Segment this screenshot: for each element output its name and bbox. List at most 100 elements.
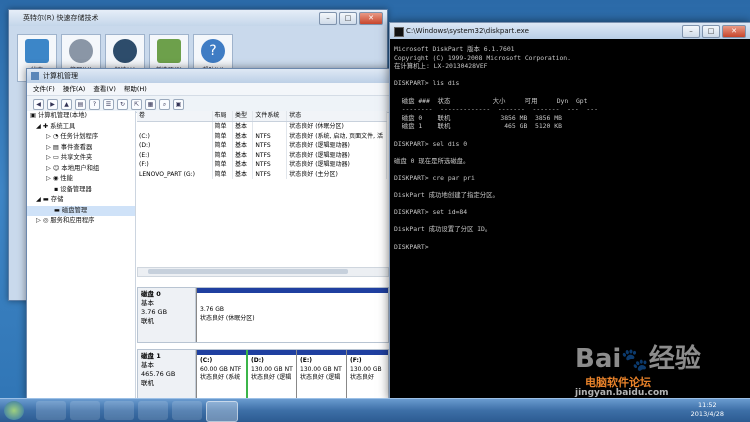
volume-row[interactable]: (F:) 简单 基本 NTFS 状态良好 (逻辑驱动器): [137, 160, 387, 170]
col-status[interactable]: 状态: [287, 111, 387, 121]
console-line: DISKPART> lis dis: [394, 79, 460, 88]
console-tree: ▣ 计算机管理(本地) ◢ ✚ 系统工具 ▷ ◔ 任务计划程序 ▷ ▤ 事件查看…: [27, 111, 136, 399]
close-button[interactable]: ✕: [359, 12, 383, 25]
volume-cell: (D:): [137, 141, 213, 151]
tree-item-label: 性能: [60, 175, 73, 182]
close-button[interactable]: ✕: [722, 25, 746, 38]
console-line: 磁盘 1 联机 465 GB 5120 KB: [394, 122, 562, 131]
console-line: DISKPART>: [394, 242, 429, 251]
partition-status: 状态良好 (逻辑: [300, 374, 341, 381]
app-icon[interactable]: [138, 401, 168, 420]
tree-item[interactable]: ▪ 设备管理器: [27, 185, 135, 196]
partition-status: 状态良好: [350, 374, 375, 381]
export-icon[interactable]: ⇱: [131, 98, 142, 110]
volume-cell: NTFS: [253, 141, 288, 151]
clock[interactable]: 11:52 2013/4/28: [691, 401, 724, 419]
partition-size: 130.00 GB NT: [251, 365, 293, 373]
tree-item[interactable]: ▷ ▤ 事件查看器: [27, 143, 135, 154]
console-line: DISKPART> sel dis 0: [394, 139, 468, 148]
view-icon[interactable]: ▣: [173, 98, 184, 110]
tree-item[interactable]: ▷ ◉ 性能: [27, 174, 135, 185]
volume-cell: 简单: [213, 160, 233, 170]
ie-icon[interactable]: [36, 401, 66, 420]
properties-icon[interactable]: ▦: [145, 98, 156, 110]
computer-icon: [31, 72, 39, 80]
volume-cell: 基本: [233, 131, 254, 141]
tree-item[interactable]: ▷ ▭ 共享文件夹: [27, 153, 135, 164]
col-layout[interactable]: 布局: [213, 111, 233, 121]
tree-item-label: 存储: [50, 196, 64, 203]
console-output[interactable]: Microsoft DiskPart 版本 6.1.7601 Copyright …: [394, 45, 746, 251]
volume-row[interactable]: (E:) 简单 基本 NTFS 状态良好 (逻辑驱动器): [137, 150, 387, 160]
partition-f[interactable]: (F:) 130.00 GB 状态良好: [346, 350, 388, 398]
partition-d[interactable]: (D:) 130.00 GB NT 状态良好 (逻辑: [246, 350, 296, 398]
search-icon[interactable]: ⌕: [159, 98, 170, 110]
up-icon[interactable]: ▲: [61, 98, 72, 110]
watermark-brand: Bai🐾经验: [575, 344, 701, 374]
computer-management-taskbar-icon[interactable]: [206, 401, 238, 422]
status-icon: [25, 39, 49, 63]
disk-1-label: 磁盘 1 基本 465.76 GB 联机: [138, 350, 196, 398]
volume-row[interactable]: (D:) 简单 基本 NTFS 状态良好 (逻辑驱动器): [137, 141, 387, 151]
maximize-button[interactable]: □: [339, 12, 357, 25]
back-icon[interactable]: ◀: [33, 98, 44, 110]
list-icon[interactable]: ☰: [103, 98, 114, 110]
tree-item-label: 共享文件夹: [60, 154, 93, 161]
minimize-button[interactable]: –: [682, 25, 700, 38]
console-line: 磁盘 ### 状态 大小 可用 Dyn Gpt: [394, 96, 588, 105]
col-type[interactable]: 类型: [233, 111, 254, 121]
col-filesystem[interactable]: 文件系统: [253, 111, 288, 121]
disk-0-partition[interactable]: 3.76 GB 状态良好 (休眠分区): [196, 288, 388, 342]
tools-icon[interactable]: [172, 401, 202, 420]
menu-file[interactable]: 文件(F): [33, 83, 55, 95]
expand-icon: ▷ ◔: [46, 133, 61, 140]
menu-view[interactable]: 查看(V): [93, 83, 116, 95]
col-volume[interactable]: 卷: [137, 111, 213, 121]
menu-help[interactable]: 帮助(H): [124, 83, 147, 95]
console-tree-icon[interactable]: ▤: [75, 98, 86, 110]
disk-1[interactable]: 磁盘 1 基本 465.76 GB 联机 (C:) 60.00 GB NTF 状…: [137, 349, 389, 399]
partition-c[interactable]: (C:) 60.00 GB NTF 状态良好 (系统: [196, 350, 246, 398]
volume-cell: NTFS: [253, 160, 288, 170]
volume-cell: 基本: [233, 122, 254, 132]
volume-cell: 基本: [233, 141, 254, 151]
volume-row[interactable]: LENOVO_PART (G:) 简单 基本 NTFS 状态良好 (主分区): [137, 169, 387, 179]
explorer-icon[interactable]: [70, 401, 100, 420]
minimize-button[interactable]: –: [319, 12, 337, 25]
volume-row[interactable]: (C:) 简单 基本 NTFS 状态良好 (系统, 启动, 页面文件, 活: [137, 131, 387, 141]
help-icon[interactable]: ?: [89, 98, 100, 110]
maximize-button[interactable]: □: [702, 25, 720, 38]
cmd-title: C:\Windows\system32\diskpart.exe: [406, 27, 529, 35]
tree-item[interactable]: ▷ ◎ 服务和应用程序: [27, 216, 135, 227]
volume-cell: (F:): [137, 160, 213, 170]
tree-item[interactable]: ◢ ▬ 存储: [27, 195, 135, 206]
volume-row[interactable]: 简单 基本 状态良好 (休眠分区): [137, 122, 387, 132]
tree-item-label: 服务和应用程序: [50, 217, 95, 224]
volume-cell: 简单: [213, 141, 233, 151]
disk-name: 磁盘 1: [141, 352, 161, 360]
tree-item[interactable]: ▷ ◔ 任务计划程序: [27, 132, 135, 143]
forward-icon[interactable]: ▶: [47, 98, 58, 110]
partition-status: 状态良好 (系统: [200, 374, 241, 381]
volume-cell: 状态良好 (系统, 启动, 页面文件, 活: [287, 131, 387, 141]
network-icon[interactable]: [104, 401, 134, 420]
tree-item[interactable]: ◢ ✚ 系统工具: [27, 122, 135, 133]
partition-e[interactable]: (E:) 130.00 GB NT 状态良好 (逻辑: [296, 350, 346, 398]
partition-name: (E:): [300, 357, 312, 364]
storage-icon: ◢ ▬: [36, 196, 51, 203]
volume-cell: 状态良好 (主分区): [287, 169, 387, 179]
tree-item-disk-management[interactable]: ▬ 磁盘管理: [27, 205, 135, 216]
menu-action[interactable]: 操作(A): [63, 83, 86, 95]
tree-item-label: 本地用户和组: [61, 164, 100, 172]
tree-item[interactable]: ▷ ☺ 本地用户和组: [27, 164, 135, 175]
refresh-icon[interactable]: ↻: [117, 98, 128, 110]
volume-cell: 状态良好 (休眠分区): [287, 122, 387, 132]
tree-item[interactable]: ▣ 计算机管理(本地): [27, 111, 135, 122]
volume-cell: 基本: [233, 169, 254, 179]
start-button[interactable]: [4, 401, 24, 420]
disk-0[interactable]: 磁盘 0 基本 3.76 GB 联机 3.76 GB 状态良好 (休眠分区): [137, 287, 389, 343]
horizontal-scrollbar[interactable]: [137, 267, 389, 277]
